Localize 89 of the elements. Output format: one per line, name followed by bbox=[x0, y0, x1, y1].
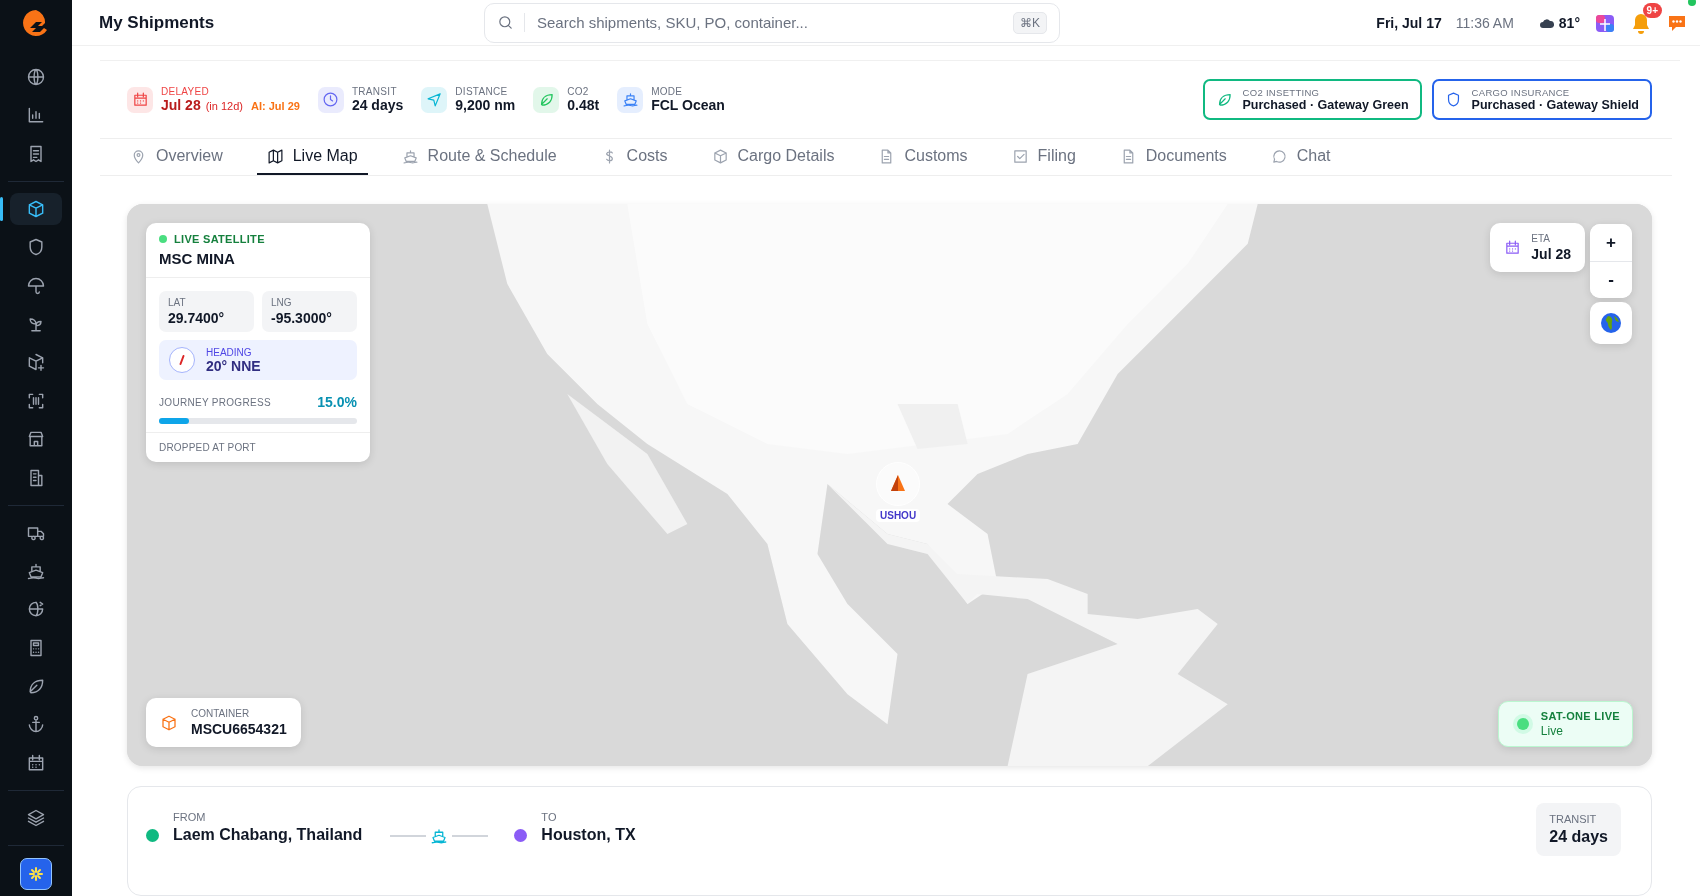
tab[interactable]: Live Map bbox=[256, 139, 368, 175]
shield-icon bbox=[26, 237, 46, 258]
ship-marker[interactable] bbox=[876, 462, 921, 506]
coord-value: 29.7400° bbox=[168, 310, 226, 326]
metric-value: 24 days bbox=[351, 97, 404, 113]
box-icon bbox=[160, 713, 178, 732]
search-input[interactable]: Search shipments, SKU, PO, container... bbox=[524, 13, 1003, 32]
eta-label: ETA bbox=[1531, 233, 1551, 244]
service-badge[interactable]: CO2 INSETTING Purchased · Gateway Green bbox=[1202, 79, 1422, 120]
badge-value: Purchased · Gateway Shield bbox=[1471, 98, 1639, 112]
container-number: MSCU6654321 bbox=[191, 721, 287, 737]
metric-label: CO2 bbox=[567, 86, 590, 97]
layers-icon bbox=[26, 807, 46, 828]
origin-dot bbox=[146, 829, 159, 842]
ship-icon bbox=[430, 827, 449, 845]
destination-dot bbox=[514, 829, 528, 842]
globe-icon bbox=[1600, 312, 1622, 334]
zoom-button[interactable]: - bbox=[1590, 261, 1632, 298]
metric-value: 9,200 nm bbox=[455, 97, 516, 113]
live-dot bbox=[1516, 718, 1529, 730]
vessel-name: MSC MINA bbox=[159, 250, 236, 267]
coord-label: LNG bbox=[271, 297, 293, 308]
tab[interactable]: Chat bbox=[1260, 139, 1341, 175]
metric-value: Jul 28 bbox=[161, 97, 201, 113]
shortcut-hint: ⌘K bbox=[1013, 11, 1047, 34]
heading-label: HEADING bbox=[206, 346, 253, 358]
chat-icon bbox=[1270, 147, 1288, 165]
metric-value: 0.48t bbox=[567, 97, 600, 113]
asterisk-icon bbox=[28, 865, 44, 882]
box-plus-icon bbox=[26, 352, 46, 373]
app-button[interactable] bbox=[20, 857, 52, 890]
badge-value: Purchased · Gateway Green bbox=[1242, 98, 1409, 112]
delay-note: (in 12d) bbox=[205, 100, 243, 112]
search-field[interactable]: Search shipments, SKU, PO, container... ⌘K bbox=[484, 2, 1060, 43]
container-label: CONTAINER bbox=[191, 708, 251, 719]
transit-label: TRANSIT bbox=[1549, 813, 1598, 825]
badge-label: CARGO INSURANCE bbox=[1471, 87, 1571, 98]
checkbox-icon bbox=[1011, 147, 1029, 165]
box-icon bbox=[26, 198, 46, 219]
coord-value: -95.3000° bbox=[271, 310, 333, 326]
ai-estimate: AI: Jul 29 bbox=[251, 100, 300, 112]
metric-label: DELAYED bbox=[161, 86, 211, 97]
destination-port: Houston, TX bbox=[541, 826, 636, 844]
metric-label: MODE bbox=[651, 86, 684, 97]
time: 11:36 AM bbox=[1455, 14, 1514, 31]
date: Fri, Jul 17 bbox=[1376, 14, 1442, 31]
globe-icon bbox=[26, 67, 46, 87]
tab[interactable]: Route & Schedule bbox=[391, 139, 567, 175]
progress-reading: 15.0% bbox=[317, 394, 357, 410]
tab[interactable]: Overview bbox=[120, 139, 233, 175]
tab[interactable]: Filing bbox=[1001, 139, 1086, 175]
vessel-footer: DROPPED AT PORT bbox=[146, 432, 370, 462]
coord-label: LAT bbox=[168, 297, 187, 308]
page-title: My Shipments bbox=[99, 12, 216, 33]
search-icon bbox=[497, 14, 514, 31]
progress-label: JOURNEY PROGRESS bbox=[159, 396, 271, 408]
port-label: USHOU bbox=[876, 509, 921, 522]
anchor-icon bbox=[26, 714, 46, 735]
live-dot bbox=[159, 235, 167, 243]
service-badge[interactable]: CARGO INSURANCE Purchased · Gateway Shield bbox=[1431, 79, 1652, 120]
feed-name: SAT-ONE LIVE bbox=[1540, 710, 1620, 722]
tab[interactable]: Cargo Details bbox=[701, 139, 845, 175]
calendar-icon bbox=[26, 752, 46, 773]
notification-badge: 9+ bbox=[1642, 2, 1662, 18]
feed-status: Live bbox=[1540, 724, 1564, 738]
box-icon bbox=[711, 147, 729, 165]
transit-value: 24 days bbox=[1549, 828, 1608, 846]
zoom-button[interactable]: + bbox=[1590, 224, 1632, 261]
metric-value: FCL Ocean bbox=[651, 97, 725, 113]
origin-port: Laem Chabang, Thailand bbox=[173, 826, 363, 844]
badge-label: CO2 INSETTING bbox=[1242, 87, 1321, 98]
ship-icon bbox=[401, 147, 419, 165]
metric-label: TRANSIT bbox=[351, 86, 398, 97]
route-label: FROM bbox=[173, 811, 207, 823]
heading-value: 20° NNE bbox=[206, 357, 261, 374]
route-label: TO bbox=[541, 811, 558, 823]
metric-label: DISTANCE bbox=[455, 86, 509, 97]
tab[interactable]: Documents bbox=[1109, 139, 1237, 175]
cloud-icon bbox=[1539, 17, 1554, 28]
map-icon bbox=[266, 147, 284, 165]
calendar-icon bbox=[1504, 239, 1522, 256]
tab[interactable]: Costs bbox=[590, 139, 678, 175]
vessel-status: LIVE SATELLITE bbox=[174, 233, 265, 245]
globe-button[interactable] bbox=[1590, 302, 1632, 344]
tab[interactable]: Customs bbox=[868, 139, 978, 175]
umbrella-icon bbox=[26, 275, 46, 296]
temperature: 81° bbox=[1558, 14, 1580, 31]
eta-value: Jul 28 bbox=[1531, 246, 1571, 262]
compass-icon bbox=[168, 346, 196, 374]
